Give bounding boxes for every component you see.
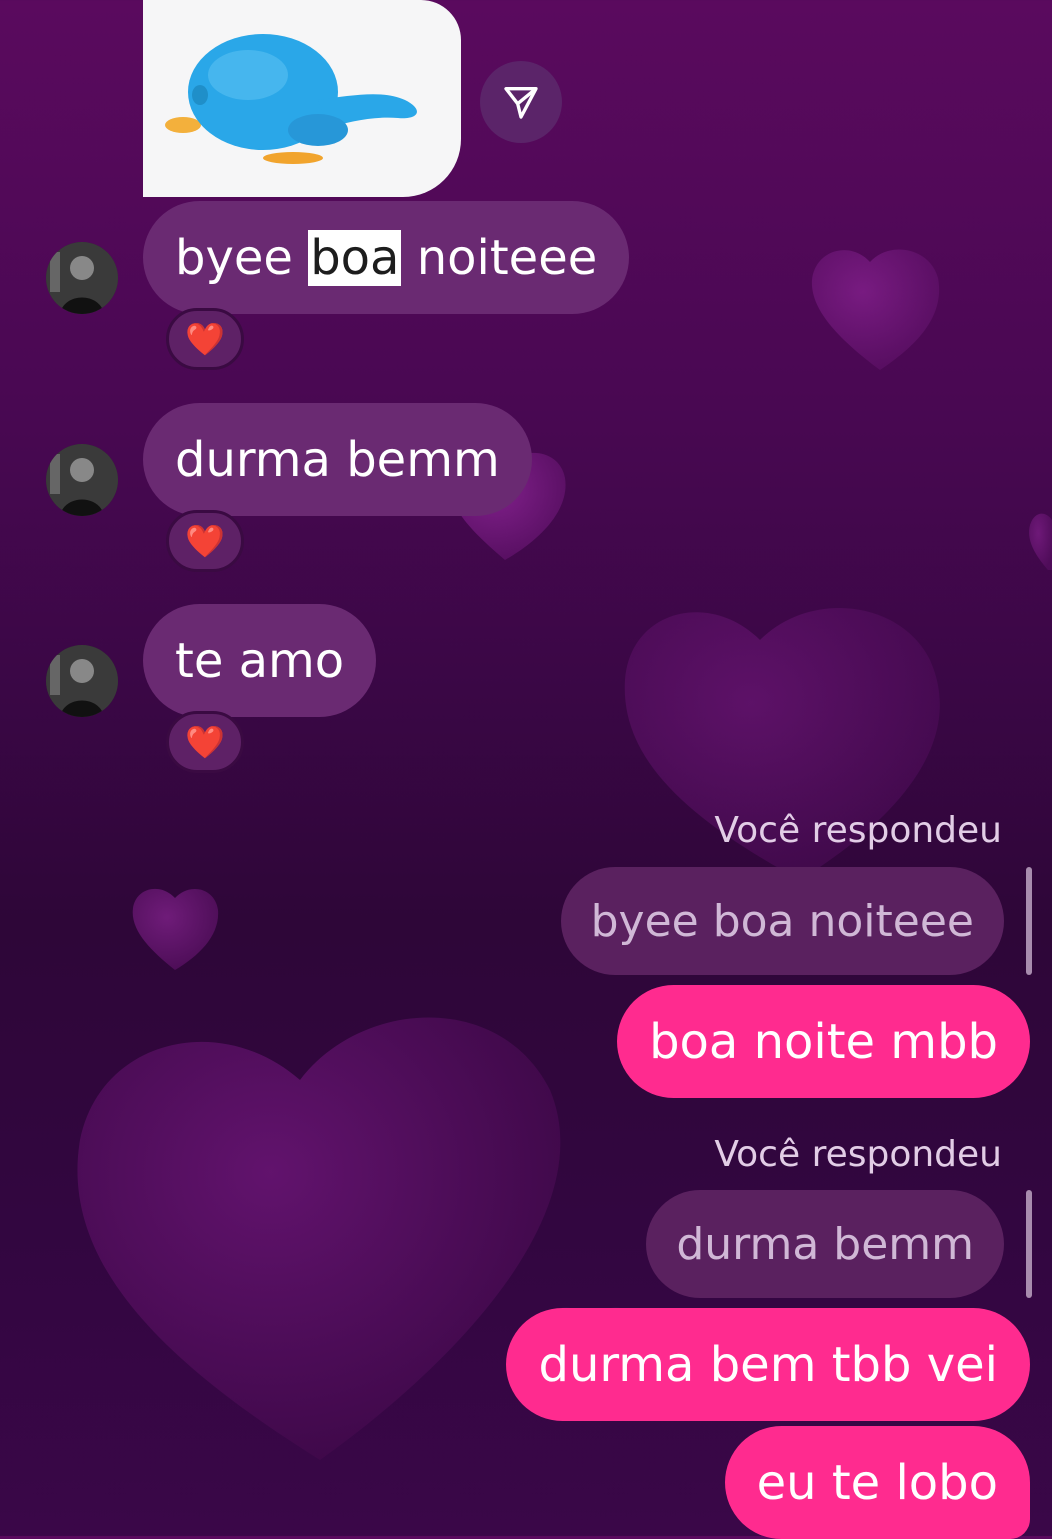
reply-label: Você respondeu: [714, 1134, 1002, 1175]
selected-text[interactable]: boa: [308, 229, 402, 286]
avatar[interactable]: [46, 444, 118, 516]
paper-plane-icon: [504, 87, 538, 119]
heart-emoji-icon: ❤️: [185, 320, 225, 358]
sticker-message[interactable]: [143, 0, 461, 197]
outgoing-message[interactable]: durma bem tbb vei: [506, 1308, 1030, 1421]
message-text-post: noiteee: [401, 229, 598, 286]
avatar[interactable]: [46, 242, 118, 314]
quoted-message[interactable]: byee boa noiteee: [560, 867, 1004, 975]
quote-bar: [1026, 867, 1032, 975]
incoming-message[interactable]: byee boa noiteee: [143, 201, 630, 314]
pocoyo-sticker-image: [165, 34, 417, 164]
quoted-message[interactable]: durma bemm: [646, 1190, 1004, 1298]
incoming-message[interactable]: te amo: [143, 604, 377, 717]
reaction-badge[interactable]: ❤️: [166, 308, 244, 370]
reaction-badge[interactable]: ❤️: [166, 510, 244, 572]
incoming-message[interactable]: durma bemm: [143, 403, 532, 516]
share-button[interactable]: [480, 61, 562, 143]
outgoing-message[interactable]: boa noite mbb: [617, 985, 1030, 1098]
message-text-pre: byee: [175, 229, 309, 286]
avatar[interactable]: [46, 645, 118, 717]
heart-emoji-icon: ❤️: [185, 723, 225, 761]
chat-thread: byee boa noiteee ❤️ durma bemm ❤️ te amo…: [0, 0, 1052, 1539]
outgoing-message[interactable]: eu te lobo: [724, 1426, 1030, 1539]
reaction-badge[interactable]: ❤️: [166, 711, 244, 773]
quote-bar: [1026, 1190, 1032, 1298]
reply-label: Você respondeu: [714, 810, 1002, 851]
heart-emoji-icon: ❤️: [185, 522, 225, 560]
